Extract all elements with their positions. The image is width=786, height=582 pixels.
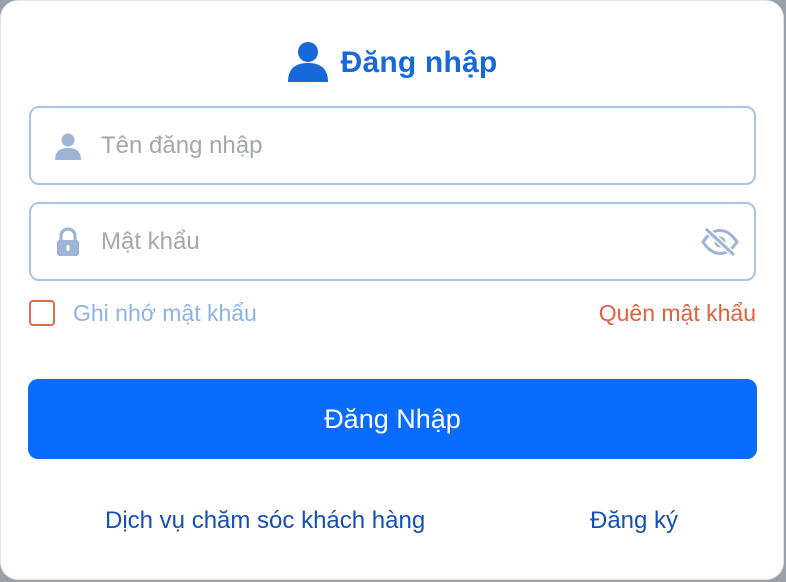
register-link[interactable]: Đăng ký <box>590 503 678 539</box>
user-icon <box>53 131 83 161</box>
login-button[interactable]: Đăng Nhập <box>28 379 757 459</box>
login-options: Ghi nhớ mật khẩu Quên mật khẩu <box>29 295 756 331</box>
remember-password-toggle[interactable]: Ghi nhớ mật khẩu <box>29 295 257 331</box>
user-icon <box>287 40 329 87</box>
password-field[interactable] <box>29 202 756 281</box>
dialog-header: Đăng nhập <box>1 39 783 87</box>
password-input[interactable] <box>101 204 681 279</box>
remember-checkbox[interactable] <box>29 300 55 326</box>
lock-icon <box>53 226 83 257</box>
remember-label: Ghi nhớ mật khẩu <box>73 299 257 326</box>
login-dialog: Đăng nhập Tên đăng nhập Ghi nhớ mật khẩu… <box>0 0 784 580</box>
page-title: Đăng nhập <box>340 46 498 79</box>
forgot-password-link[interactable]: Quên mật khẩu <box>599 295 756 331</box>
eye-slash-icon[interactable] <box>700 225 740 259</box>
customer-service-link[interactable]: Dịch vụ chăm sóc khách hàng <box>105 503 425 539</box>
username-input[interactable] <box>101 108 681 183</box>
username-field[interactable] <box>29 106 756 185</box>
